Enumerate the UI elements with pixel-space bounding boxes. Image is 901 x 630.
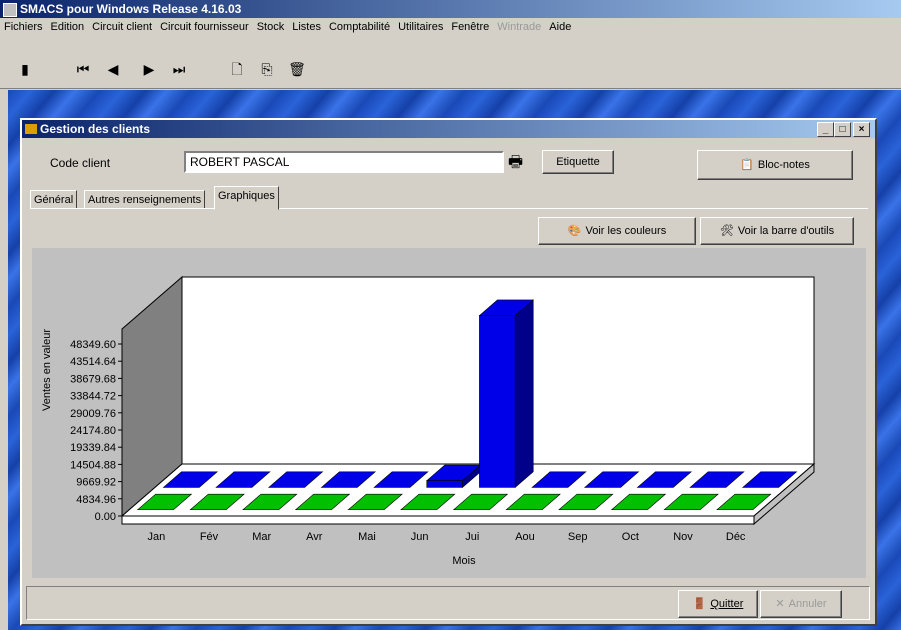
close-button[interactable]: × xyxy=(853,122,870,137)
code-client-field[interactable]: ROBERT PASCAL xyxy=(184,151,504,173)
new-record-icon[interactable]: 🗋 xyxy=(228,60,246,78)
tools-icon: 🛠 xyxy=(719,225,734,238)
chart-floor-edge xyxy=(121,515,755,525)
annuler-label: Annuler xyxy=(788,598,827,610)
quitter-label: Quitter xyxy=(710,598,744,610)
voir-couleurs-button[interactable]: 🎨 Voir les couleurs xyxy=(538,217,696,245)
x-tick-label: Déc xyxy=(726,531,746,543)
notepad-icon: 📋 xyxy=(740,159,754,172)
next-record-icon[interactable]: ▶ xyxy=(140,60,158,78)
y-tick-label: 0.00 xyxy=(95,511,116,523)
voir-couleurs-label: Voir les couleurs xyxy=(585,225,667,237)
x-tick-label: Jan xyxy=(147,531,165,543)
x-tick-label: Oct xyxy=(622,531,639,543)
x-axis-label: Mois xyxy=(452,555,476,567)
bar-side xyxy=(514,299,534,489)
y-tick-label: 14504.88 xyxy=(70,459,116,471)
x-tick-label: Fév xyxy=(200,531,219,543)
menu-utilitaires[interactable]: Utilitaires xyxy=(394,18,447,36)
x-tick-label: Mar xyxy=(252,531,271,543)
palette-icon: 🎨 xyxy=(567,225,582,238)
annuler-button: ✕ Annuler xyxy=(760,590,842,618)
y-tick-label: 29009.76 xyxy=(70,408,116,420)
bar xyxy=(479,315,516,488)
menu-circuit-client[interactable]: Circuit client xyxy=(88,18,156,36)
menu-edition[interactable]: Edition xyxy=(47,18,89,36)
tab-general[interactable]: Général xyxy=(30,190,78,210)
minimize-button[interactable]: _ xyxy=(817,122,834,137)
sales-chart: 0.00 4834.96 9669.92 14504.88 19339.84 24174.… xyxy=(41,275,816,567)
menu-listes[interactable]: Listes xyxy=(288,18,325,36)
toolbar: ▮ ⏮ ◀ ▶ ⏭ 🗋 ⎘ 🗑 xyxy=(0,36,901,89)
menu-circuit-fournisseur[interactable]: Circuit fournisseur xyxy=(156,18,253,36)
app-titlebar: SMACS pour Windows Release 4.16.03 xyxy=(0,0,901,18)
menu-wintrade: Wintrade xyxy=(497,21,542,33)
bloc-notes-label: Bloc-notes xyxy=(757,159,810,171)
menu-aide[interactable]: Aide xyxy=(545,18,575,36)
tab-graphiques[interactable]: Graphiques xyxy=(214,186,279,210)
menu-fenetre[interactable]: Fenêtre xyxy=(447,18,493,36)
y-tick-label: 43514.64 xyxy=(70,356,116,368)
menu-comptabilite[interactable]: Comptabilité xyxy=(325,18,394,36)
previous-record-icon[interactable]: ◀ xyxy=(104,60,122,78)
x-tick-label: Jun xyxy=(411,531,429,543)
menu-fichiers[interactable]: Fichiers xyxy=(0,18,47,36)
printer-icon[interactable]: 🖶 xyxy=(508,151,523,178)
y-tick-label: 4834.96 xyxy=(76,494,116,506)
y-axis-label: Ventes en valeur xyxy=(41,329,53,411)
etiquette-button[interactable]: Etiquette xyxy=(542,150,614,174)
x-tick-label: Mai xyxy=(358,531,376,543)
x-tick-label: Jui xyxy=(465,531,479,543)
tab-autres-renseignements[interactable]: Autres renseignements xyxy=(84,190,206,210)
x-tick-label: Avr xyxy=(306,531,323,543)
exit-person-icon: 🚪 xyxy=(692,598,707,611)
chart-area: 0.00 4834.96 9669.92 14504.88 19339.84 24174.… xyxy=(32,248,866,578)
y-tick-label: 9669.92 xyxy=(76,477,116,489)
code-client-label: Code client xyxy=(50,156,111,170)
y-tick-label: 33844.72 xyxy=(70,391,116,403)
y-tick-label: 48349.60 xyxy=(70,339,116,351)
exit-door-icon[interactable]: ▮ xyxy=(16,60,34,78)
x-tick-label: Sep xyxy=(568,531,588,543)
delete-record-icon[interactable]: 🗑 xyxy=(288,60,306,78)
y-tick-label: 38679.68 xyxy=(70,373,116,385)
app-icon xyxy=(3,3,17,17)
maximize-button[interactable]: □ xyxy=(834,122,851,137)
cancel-icon: ✕ xyxy=(775,598,785,611)
quitter-button[interactable]: 🚪 Quitter xyxy=(678,590,758,618)
bar xyxy=(426,480,463,488)
x-tick-label: Aou xyxy=(515,531,535,543)
copy-record-icon[interactable]: ⎘ xyxy=(258,60,276,78)
y-tick-label: 19339.84 xyxy=(70,442,116,454)
x-tick-label: Nov xyxy=(673,531,693,543)
menu-stock[interactable]: Stock xyxy=(253,18,289,36)
first-record-icon[interactable]: ⏮ xyxy=(74,60,92,78)
voir-barre-outils-button[interactable]: 🛠 Voir la barre d'outils xyxy=(700,217,854,245)
bloc-notes-button[interactable]: 📋 Bloc-notes xyxy=(697,150,853,180)
window-icon xyxy=(25,124,37,134)
last-record-icon[interactable]: ⏭ xyxy=(170,60,188,78)
y-tick-label: 24174.80 xyxy=(70,425,116,437)
voir-barre-outils-label: Voir la barre d'outils xyxy=(737,225,835,237)
app-title: SMACS pour Windows Release 4.16.03 xyxy=(20,2,242,16)
window-title: Gestion des clients xyxy=(40,122,151,136)
window-titlebar: Gestion des clients _ □ × xyxy=(22,120,875,138)
menubar: Fichiers Edition Circuit client Circuit fou… xyxy=(0,18,901,36)
